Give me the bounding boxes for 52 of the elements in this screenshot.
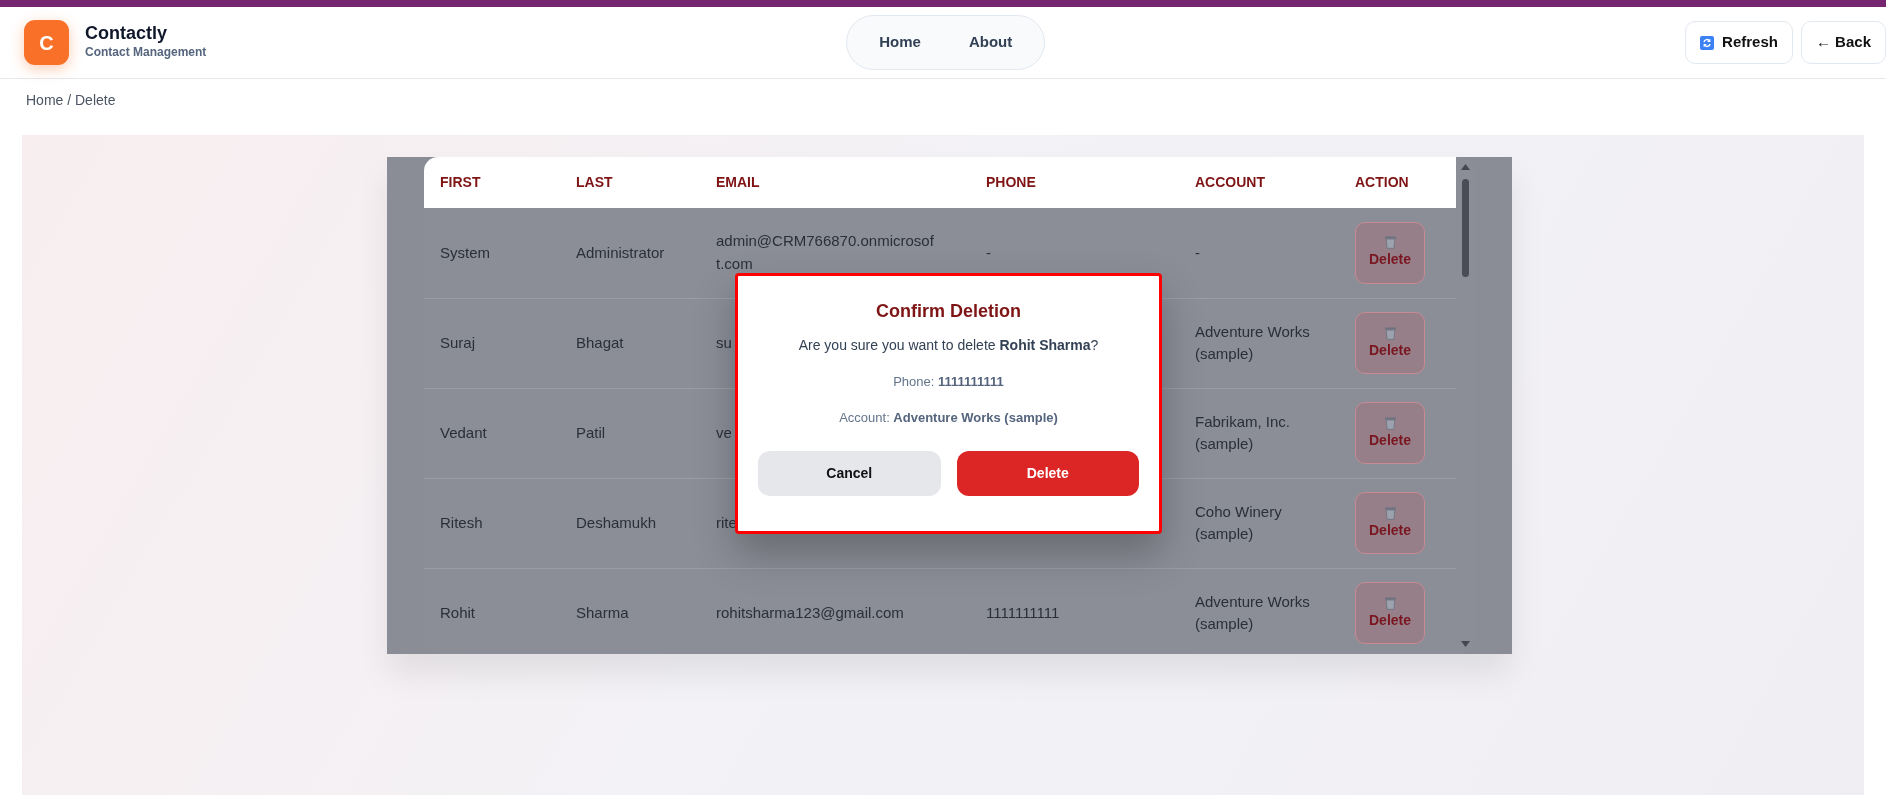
cancel-button[interactable]: Cancel [758, 451, 941, 496]
column-header: ACTION [1339, 157, 1456, 208]
column-header: PHONE [970, 157, 1179, 208]
column-header: LAST [560, 157, 700, 208]
delete-button[interactable]: Delete [1355, 582, 1425, 644]
table-cell: Ritesh [440, 513, 483, 531]
logo: C [24, 20, 69, 65]
dialog-message: Are you sure you want to delete Rohit Sharma? [797, 336, 1100, 355]
table-cell: System [440, 243, 490, 261]
breadcrumb: Home / Delete [26, 92, 116, 108]
account-detail: Account: Adventure Works (sample) [838, 408, 1059, 427]
refresh-button[interactable]: Refresh [1685, 21, 1793, 64]
nav-link[interactable]: About [956, 23, 1025, 62]
table-cell: Patil [576, 423, 606, 441]
delete-button[interactable]: Delete [1355, 402, 1425, 464]
table-cell: Suraj [440, 333, 476, 351]
table-cell-text: ve [716, 422, 732, 443]
table-cell: Rohit [440, 603, 476, 621]
phone-detail: Phone: 1111111111 [892, 373, 1005, 391]
app-title: Contactly [85, 23, 168, 44]
app-subtitle: Contact Management [85, 44, 207, 62]
column-header: ACCOUNT [1179, 157, 1339, 208]
table-cell: Administrator [576, 243, 665, 261]
table-cell: Adventure Works (sample) [1195, 592, 1310, 632]
table-cell: 1111111111 [986, 603, 1060, 621]
table-cell: Deshamukh [576, 513, 657, 531]
table-cell-text: admin@CRM766870.onmicrosoft.com [716, 231, 935, 274]
trash-icon [1383, 325, 1397, 340]
trash-icon [1383, 415, 1397, 430]
delete-button[interactable]: Delete [1355, 312, 1425, 374]
table-cell: Fabrikam, Inc. (sample) [1195, 412, 1291, 452]
trash-icon [1383, 235, 1397, 250]
table-cell: Vedant [440, 423, 487, 441]
column-header: FIRST [424, 157, 560, 208]
column-header: EMAIL [700, 157, 970, 208]
trash-icon [1383, 595, 1397, 610]
table-cell: Bhagat [576, 333, 624, 351]
delete-button[interactable]: Delete [1355, 492, 1425, 554]
table-cell: Coho Winery (sample) [1195, 502, 1282, 542]
nav-link[interactable]: Home [867, 23, 933, 62]
table-cell: Sharma [576, 603, 629, 621]
table-cell: - [986, 243, 991, 261]
table-cell-text: rohitsharma123@gmail.com [716, 602, 904, 623]
refresh-icon [1700, 35, 1715, 50]
table-cell-text: su [716, 332, 732, 353]
delete-button[interactable]: Delete [956, 451, 1139, 496]
trash-icon [1383, 505, 1397, 520]
table-cell: - [1195, 243, 1200, 261]
table-cell: Adventure Works (sample) [1195, 322, 1310, 362]
dialog-title: Confirm Deletion [875, 300, 1022, 323]
delete-button[interactable]: Delete [1355, 221, 1425, 284]
back-button[interactable]: ← Back [1800, 21, 1886, 64]
